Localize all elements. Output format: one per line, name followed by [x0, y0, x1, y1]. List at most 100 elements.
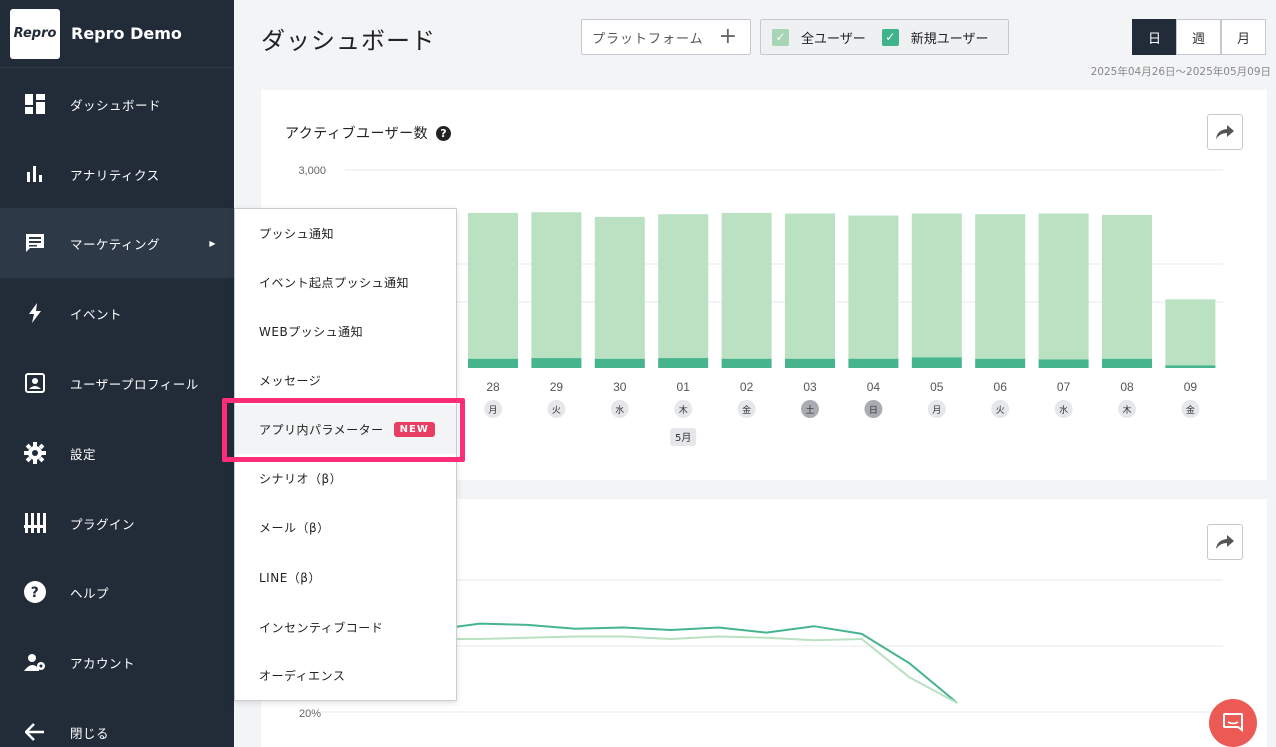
weekday-label: 木 — [679, 404, 688, 416]
share-arrow-icon — [1216, 125, 1234, 139]
bar-new-users — [1165, 365, 1216, 368]
bar-all-users — [785, 213, 835, 359]
period-month-button[interactable]: 月 — [1221, 19, 1266, 55]
platform-filter-button[interactable]: プラットフォーム + — [581, 19, 751, 55]
x-tick-label: 01 — [677, 380, 691, 394]
weekday-label: 日 — [869, 405, 878, 416]
date-range: 2025年04月26日〜2025年05月09日 — [1090, 66, 1271, 78]
weekday-label: 月 — [488, 405, 497, 416]
weekday-label: 金 — [742, 404, 751, 416]
bar-all-users — [1102, 214, 1152, 359]
bar-new-users — [975, 358, 1026, 368]
filter-new-users[interactable]: ✓ 新規ユーザー — [881, 28, 989, 47]
bar-new-users — [848, 358, 899, 368]
bar-new-users — [785, 358, 835, 368]
bar-all-users — [975, 214, 1026, 359]
bar-all-users — [1165, 299, 1216, 366]
sidebar-item-label: アナリティクス — [70, 167, 160, 183]
y-tick-label: 20% — [299, 708, 321, 720]
sidebar-item-events[interactable]: イベント — [0, 278, 234, 348]
submenu-push-notification[interactable]: プッシュ通知 — [235, 209, 456, 258]
submenu-audience[interactable]: オーディエンス — [235, 651, 456, 700]
repro-logo[interactable]: Repro — [10, 8, 60, 59]
weekday-chip — [674, 400, 693, 418]
sidebar-item-settings[interactable]: 設定 — [0, 418, 234, 488]
share-button[interactable] — [1207, 524, 1243, 560]
weekday-chip — [927, 400, 946, 418]
x-tick-label: 28 — [486, 380, 500, 394]
y-tick-label: 3,000 — [298, 165, 326, 177]
bar-all-users — [531, 212, 582, 359]
sidebar-item-label: ユーザープロフィール — [70, 376, 199, 392]
sidebar-item-label: 設定 — [70, 446, 97, 462]
bar-all-users — [848, 215, 899, 359]
bar-chart-icon — [24, 163, 46, 185]
sidebar-item-close[interactable]: 閉じる — [0, 697, 234, 747]
weekday-chip — [1054, 400, 1073, 418]
weekday-label: 火 — [552, 405, 561, 416]
bar-all-users — [594, 216, 645, 359]
weekday-label: 水 — [1059, 404, 1068, 416]
bar-all-users — [468, 212, 518, 359]
sidebar-item-dashboard[interactable]: ダッシュボード — [0, 69, 234, 139]
bar-new-users — [911, 357, 962, 368]
caret-right-icon: ▶ — [209, 238, 216, 248]
bar-new-users — [721, 358, 772, 368]
app-name: Repro Demo — [71, 24, 182, 43]
sidebar-item-label: ダッシュボード — [70, 97, 162, 113]
filter-label: 全ユーザー — [801, 31, 866, 47]
weekday-label: 月 — [932, 405, 941, 416]
checkbox-checked-icon[interactable]: ✓ — [881, 28, 899, 46]
share-arrow-icon — [1216, 535, 1234, 549]
sidebar-item-account[interactable]: アカウント — [0, 627, 234, 697]
x-tick-label: 09 — [1184, 380, 1198, 394]
weekday-chip — [484, 400, 502, 418]
bar-new-users — [531, 358, 582, 368]
help-icon[interactable]: ? — [436, 125, 452, 141]
sidebar-item-label: プラグイン — [70, 516, 136, 532]
chat-support-button[interactable] — [1209, 699, 1257, 747]
help-icon: ? — [24, 581, 46, 603]
chart-title: アクティブユーザー数 — [285, 126, 429, 142]
period-day-button[interactable]: 日 — [1132, 19, 1177, 55]
filter-all-users[interactable]: ✓ 全ユーザー — [772, 28, 866, 47]
x-tick-label: 03 — [803, 380, 817, 394]
submenu-event-push[interactable]: イベント起点プッシュ通知 — [235, 258, 456, 307]
checkbox-checked-icon[interactable]: ✓ — [772, 28, 789, 46]
series-line — [431, 622, 958, 704]
sidebar-item-label: マーケティング — [70, 236, 161, 252]
bar-new-users — [1038, 359, 1089, 368]
arrow-left-icon — [24, 721, 46, 743]
period-week-button[interactable]: 週 — [1176, 19, 1221, 55]
profile-icon — [24, 372, 46, 394]
chat-bubble-icon — [24, 232, 46, 254]
submenu-line[interactable]: LINE（β） — [235, 553, 456, 602]
submenu-incentive-code[interactable]: インセンティブコード — [235, 603, 456, 652]
weekday-chip — [737, 400, 756, 418]
sidebar-item-plugins[interactable]: プラグイン — [0, 488, 234, 558]
sidebar-item-user-profile[interactable]: ユーザープロフィール — [0, 348, 234, 418]
bar-new-users — [594, 358, 645, 368]
share-button[interactable] — [1207, 114, 1243, 150]
submenu-mail[interactable]: メール（β） — [235, 503, 456, 552]
dashboard-icon — [24, 93, 46, 115]
gear-icon — [24, 442, 46, 464]
sidebar-item-help[interactable]: ? ヘルプ — [0, 557, 234, 627]
sidebar-item-analytics[interactable]: アナリティクス — [0, 139, 234, 209]
sidebar: Repro Repro Demo ダッシュボード アナリティクス マーケティング… — [0, 0, 234, 747]
sidebar-item-marketing[interactable]: マーケティング ▶ — [0, 208, 234, 278]
weekday-chip — [610, 400, 629, 418]
x-tick-label: 30 — [613, 380, 627, 394]
svg-text:?: ? — [31, 585, 40, 601]
month-label: 5月 — [675, 432, 691, 444]
x-tick-label: 08 — [1120, 380, 1134, 394]
sidebar-item-label: イベント — [70, 306, 123, 322]
x-tick-label: 06 — [994, 380, 1008, 394]
filter-label: 新規ユーザー — [910, 31, 989, 47]
card-title: アクティブユーザー数 ? — [285, 123, 452, 143]
bar-new-users — [658, 358, 709, 368]
user-type-filter: ✓ 全ユーザー ✓ 新規ユーザー — [760, 19, 1009, 55]
x-tick-label: 04 — [867, 380, 881, 394]
submenu-web-push[interactable]: WEBプッシュ通知 — [235, 307, 456, 356]
weekday-label: 金 — [1186, 404, 1195, 416]
